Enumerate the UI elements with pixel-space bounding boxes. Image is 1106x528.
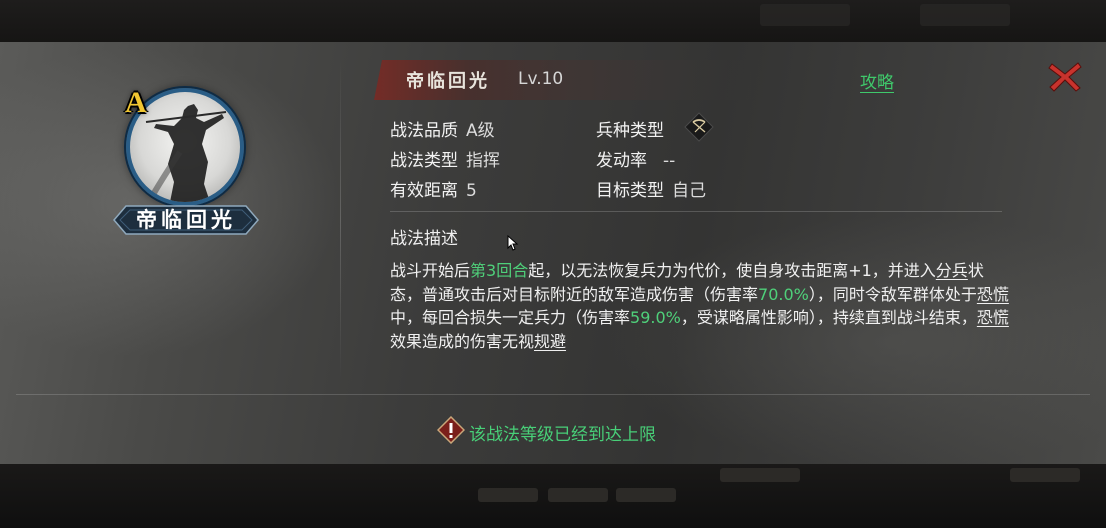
- skill-title: 帝临回光: [406, 71, 490, 92]
- desc-highlight-round: 第3回合: [470, 261, 529, 280]
- keyword-evade-link[interactable]: 规避: [534, 332, 566, 351]
- attr-rate-label: 发动率: [596, 151, 647, 171]
- desc-segment: 起，以无法恢复兵力为代价，使自身攻击距离+1，并进入: [528, 261, 936, 280]
- grade-badge: A: [125, 86, 147, 119]
- desc-segment: ，受谋略属性影响），持续直到战斗结束，: [680, 308, 977, 327]
- attr-target: 目标类型 自己: [596, 176, 706, 201]
- attr-troop: 兵种类型: [596, 116, 664, 141]
- section-divider: [390, 211, 1002, 212]
- attr-range: 有效距离 5: [390, 176, 477, 201]
- background-blob: [616, 488, 676, 502]
- attr-rate: 发动率 --: [596, 146, 675, 171]
- vertical-divider: [340, 60, 341, 380]
- skill-level: Lv.10: [518, 69, 564, 89]
- attr-range-label: 有效距离: [390, 181, 458, 201]
- max-level-text: 该战法等级已经到达上限: [469, 425, 656, 445]
- desc-segment: ），同时令敌军群体处于: [808, 284, 977, 304]
- background-top-bar: [0, 0, 1106, 42]
- background-blob: [478, 488, 538, 502]
- warning-icon: [436, 415, 466, 445]
- attr-range-value: 5: [466, 181, 477, 201]
- background-blob: [1010, 468, 1080, 482]
- skill-name-plate: 帝临回光: [112, 204, 260, 236]
- guide-link[interactable]: 攻略: [860, 68, 894, 93]
- desc-segment: 中，每回合损失一定兵力（伤害率: [390, 308, 631, 327]
- attr-target-label: 目标类型: [596, 181, 664, 201]
- background-blob: [548, 488, 608, 502]
- background-bottom-bar: [0, 464, 1106, 528]
- attr-quality-label: 战法品质: [390, 121, 458, 141]
- close-button[interactable]: [1046, 60, 1084, 94]
- horizontal-divider: [16, 394, 1090, 395]
- desc-segment: 战斗开始后: [390, 261, 471, 280]
- attr-quality: 战法品质 A级: [390, 116, 495, 141]
- mouse-cursor-icon: [507, 235, 519, 251]
- desc-highlight-damage: 59.0%: [630, 308, 681, 327]
- skill-name-plate-text: 帝临回光: [136, 208, 236, 232]
- attr-type-value: 指挥: [466, 151, 500, 171]
- attr-troop-label: 兵种类型: [596, 121, 664, 141]
- attr-target-value: 自己: [672, 181, 706, 201]
- desc-segment: 效果造成的伤害无视: [390, 331, 535, 351]
- background-tab: [760, 4, 850, 26]
- attr-rate-value: --: [663, 151, 676, 171]
- desc-highlight-damage: 70.0%: [758, 284, 809, 304]
- description-title: 战法描述: [390, 229, 458, 249]
- keyword-panic-link[interactable]: 恐慌: [977, 285, 1009, 304]
- attr-type-label: 战法类型: [390, 151, 458, 171]
- attr-type: 战法类型 指挥: [390, 146, 500, 171]
- attr-quality-value: A级: [466, 121, 495, 141]
- background-blob: [720, 468, 800, 482]
- bow-icon: [684, 112, 714, 142]
- background-tab: [920, 4, 1010, 26]
- description-text: 战斗开始后第3回合起，以无法恢复兵力为代价，使自身攻击距离+1，并进入分兵状态，…: [390, 259, 1010, 353]
- close-icon: [1048, 62, 1082, 92]
- skill-detail-dialog: A 帝临回光 帝临回光 Lv.10 攻略 战法品质 A级 战法类型 指挥 有效距…: [0, 42, 1106, 464]
- keyword-panic-link[interactable]: 恐慌: [977, 308, 1009, 327]
- keyword-split-troops-link[interactable]: 分兵: [936, 261, 968, 280]
